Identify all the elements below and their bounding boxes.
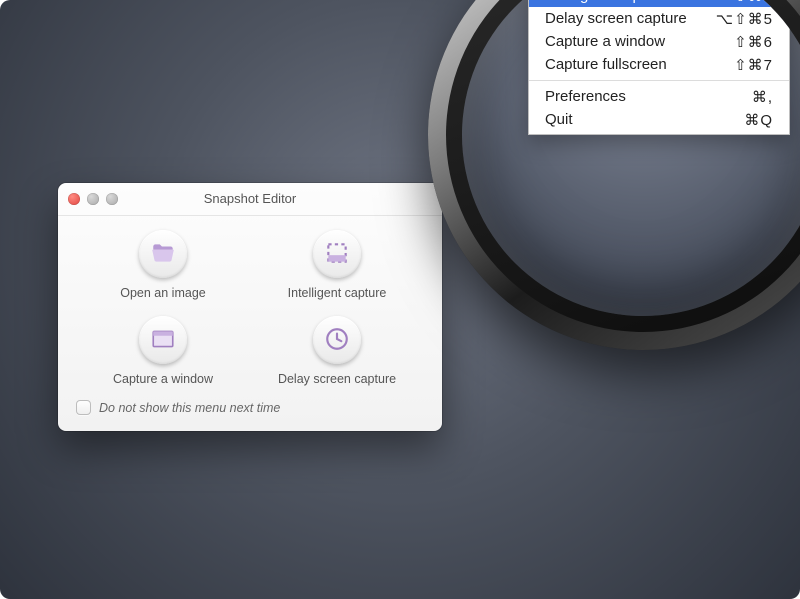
menu-item-shortcut: ⇧⌘6 <box>734 33 773 51</box>
menu-item-shortcut: ⌘Q <box>744 111 773 129</box>
intelligent-capture-label: Intelligent capture <box>288 286 387 300</box>
magnifier: Mon 6:16 Intelligent Capture ⇧⌘5 Delay s… <box>428 0 800 350</box>
menu-item-label: Intelligent Capture <box>545 0 667 4</box>
menu-item-quit[interactable]: Quit ⌘Q <box>529 108 789 131</box>
snapshot-editor-window: Snapshot Editor Open an image Intelligen… <box>58 183 442 431</box>
window-title: Snapshot Editor <box>204 191 297 206</box>
open-image-tile[interactable]: Open an image <box>76 230 250 300</box>
intelligent-capture-tile[interactable]: Intelligent capture <box>250 230 424 300</box>
capture-window-tile[interactable]: Capture a window <box>76 316 250 386</box>
selection-icon <box>324 240 350 269</box>
open-image-label: Open an image <box>120 286 205 300</box>
window-titlebar[interactable]: Snapshot Editor <box>58 183 442 216</box>
folder-icon <box>150 240 176 269</box>
menu-item-intelligent-capture[interactable]: Intelligent Capture ⇧⌘5 <box>529 0 789 7</box>
menu-item-capture-window[interactable]: Capture a window ⇧⌘6 <box>529 30 789 53</box>
window-icon <box>150 326 176 355</box>
delay-capture-tile[interactable]: Delay screen capture <box>250 316 424 386</box>
menu-item-delay-capture[interactable]: Delay screen capture ⌥⇧⌘5 <box>529 7 789 30</box>
menu-item-shortcut: ⌘, <box>752 88 773 106</box>
menu-item-shortcut: ⇧⌘5 <box>734 0 773 5</box>
menu-item-label: Capture a window <box>545 33 665 50</box>
menu-item-label: Capture fullscreen <box>545 56 667 73</box>
delay-capture-label: Delay screen capture <box>278 372 396 386</box>
menu-item-label: Preferences <box>545 88 626 105</box>
menu-item-capture-fullscreen[interactable]: Capture fullscreen ⇧⌘7 <box>529 53 789 76</box>
menu-item-shortcut: ⌥⇧⌘5 <box>716 10 773 28</box>
minimize-traffic-light[interactable] <box>87 193 99 205</box>
status-menu-dropdown: Intelligent Capture ⇧⌘5 Delay screen cap… <box>528 0 790 135</box>
dont-show-checkbox[interactable] <box>76 400 91 415</box>
zoom-traffic-light[interactable] <box>106 193 118 205</box>
capture-window-label: Capture a window <box>113 372 213 386</box>
dont-show-label: Do not show this menu next time <box>99 401 280 415</box>
menu-item-label: Delay screen capture <box>545 10 687 27</box>
menu-item-preferences[interactable]: Preferences ⌘, <box>529 85 789 108</box>
close-traffic-light[interactable] <box>68 193 80 205</box>
menu-item-shortcut: ⇧⌘7 <box>734 56 773 74</box>
clock-icon <box>324 326 350 355</box>
menu-item-label: Quit <box>545 111 573 128</box>
menu-separator <box>529 80 789 81</box>
